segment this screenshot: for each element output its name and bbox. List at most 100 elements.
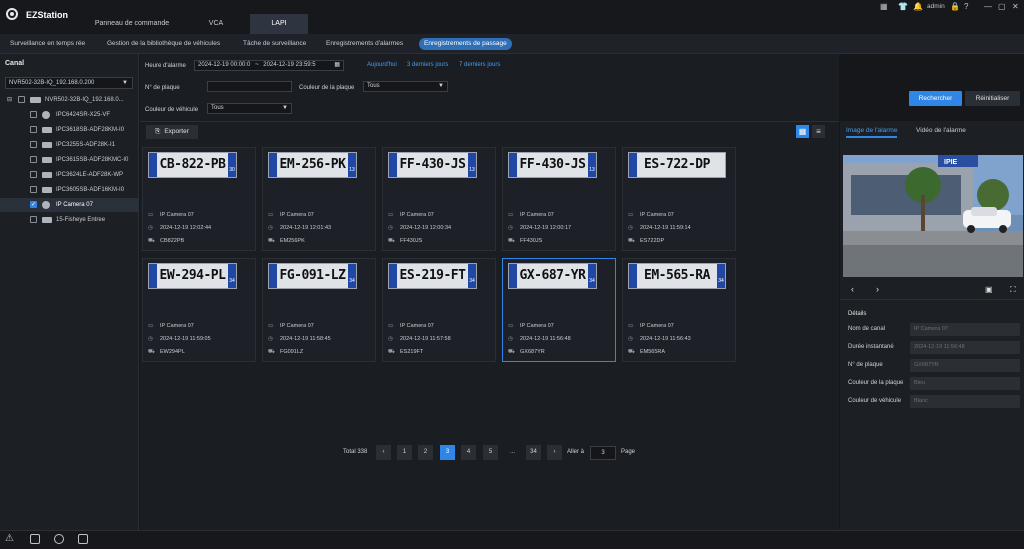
record-camera: ▭ IP Camera 07 (148, 212, 194, 218)
record-camera: ▭ IP Camera 07 (268, 323, 314, 329)
plate-image: EW-294-PL 34 (148, 263, 237, 289)
search-button[interactable]: Rechercher (909, 91, 962, 106)
time-range-input[interactable]: 2024-12-19 00:00:0 ~ 2024-12-19 23:59:5 … (194, 60, 344, 71)
bell-icon[interactable]: 🔔 (913, 2, 923, 11)
car-icon: ⛟ (628, 349, 635, 355)
subtab-passage-records[interactable]: Enregistrements de passage (419, 38, 512, 50)
record-value: IP Camera 07 (280, 323, 314, 329)
lock-icon[interactable]: 🔒 (950, 2, 960, 11)
minimize-icon[interactable]: — (984, 2, 992, 11)
subtab-surveillance-task[interactable]: Tâche de surveillance (238, 38, 311, 50)
record-card[interactable]: FG-091-LZ 34 ▭ IP Camera 07 ◷ 2024-12-19 11:5… (262, 258, 376, 362)
previous-image-icon[interactable]: ‹ (851, 284, 854, 294)
tab-alarm-video[interactable]: Vidéo de l'alarme (916, 124, 966, 138)
record-card[interactable]: EM-256-PK 13 ▭ IP Camera 07 ◷ 2024-12-19 12:0… (262, 147, 376, 251)
help-icon[interactable]: ? (964, 2, 968, 11)
channel-item[interactable]: IP Camera 07 (0, 198, 139, 212)
plate-label: N° de plaque (145, 85, 180, 91)
tab-panneau-de-commande[interactable]: Panneau de commande (84, 14, 180, 34)
nvr-select[interactable]: NVR502-32B-IQ_192.168.0.200 ▼ (5, 77, 133, 89)
record-camera: ▭ IP Camera 07 (628, 212, 674, 218)
channel-item[interactable]: IPC3624LE-ADF28K-WP (0, 168, 139, 182)
channel-checkbox[interactable] (30, 216, 37, 223)
channel-checkbox[interactable] (30, 186, 37, 193)
channel-item[interactable]: IPC3255S-ADF28K-I1 (0, 138, 139, 152)
root-checkbox[interactable] (18, 96, 25, 103)
download-icon[interactable] (54, 534, 64, 544)
channel-checkbox[interactable] (30, 198, 37, 212)
upload-icon[interactable] (30, 534, 40, 544)
fullscreen-icon[interactable]: ⛶ (1010, 285, 1016, 295)
grid-layout-icon[interactable]: ▦ (880, 2, 888, 11)
car-icon: ⛟ (268, 238, 275, 244)
channel-item[interactable]: IPC6424SR-X25-VF (0, 108, 139, 122)
export-button[interactable]: ⎘ Exporter (146, 125, 198, 139)
save-image-icon[interactable]: ▣ (985, 285, 993, 294)
page-button[interactable]: 3 (440, 445, 455, 460)
channel-checkbox[interactable] (30, 111, 37, 118)
record-time: ◷ 2024-12-19 12:01:43 (268, 225, 331, 231)
maximize-icon[interactable]: ▢ (998, 2, 1006, 11)
close-icon[interactable]: ✕ (1012, 2, 1019, 11)
page-button[interactable]: 2 (418, 445, 433, 460)
channel-item[interactable]: IPC3618SB-ADF28KM-I0 (0, 123, 139, 137)
record-card[interactable]: EM-565-RA 34 ▭ IP Camera 07 ◷ 2024-12-19 11:5… (622, 258, 736, 362)
grid-view-icon[interactable]: ▦ (796, 125, 809, 138)
link-7-days[interactable]: 7 derniers jours (459, 62, 500, 68)
page-button[interactable]: 4 (461, 445, 476, 460)
page-button[interactable]: 34 (526, 445, 541, 460)
page-button[interactable]: 1 (397, 445, 412, 460)
channel-item[interactable]: IPC3605SB-ADF16KM-I0 (0, 183, 139, 197)
plate-input[interactable] (207, 81, 292, 92)
link-3-days[interactable]: 3 derniers jours (407, 62, 448, 68)
record-time: ◷ 2024-12-19 11:58:45 (268, 336, 331, 342)
prev-page-icon[interactable]: ‹ (376, 445, 391, 460)
channel-checkbox[interactable] (30, 141, 37, 148)
plate-image: FF-430-JS 13 (388, 152, 477, 178)
plate-image-text: ES-219-FT (399, 268, 466, 283)
warning-icon[interactable]: ⚠ (5, 533, 14, 544)
tree-root-nvr[interactable]: ⊟ NVR502-32B-IQ_192.168.0... (0, 93, 139, 107)
tab-vca[interactable]: VCA (182, 14, 250, 34)
channel-item[interactable]: 15-Fisheye Entree (0, 213, 139, 227)
record-card[interactable]: EW-294-PL 34 ▭ IP Camera 07 ◷ 2024-12-19 11:5… (142, 258, 256, 362)
plate-color-select[interactable]: Tous ▼ (363, 81, 448, 92)
task-list-icon[interactable] (78, 534, 88, 544)
vehicle-color-select[interactable]: Tous ▼ (207, 103, 292, 114)
record-card[interactable]: CB-822-PB 30 ▭ IP Camera 07 ◷ 2024-12-19 12:0… (142, 147, 256, 251)
shirt-icon[interactable]: 👕 (898, 2, 908, 11)
record-card[interactable]: FF-430-JS 13 ▭ IP Camera 07 ◷ 2024-12-19 12:0… (382, 147, 496, 251)
subtab-vehicle-library[interactable]: Gestion de la bibliothèque de véhicules (102, 38, 225, 50)
channel-checkbox[interactable] (30, 126, 37, 133)
record-card[interactable]: ES-722-DP ▭ IP Camera 07 ◷ 2024-12-19 11:59:… (622, 147, 736, 251)
department-band: 34 (717, 264, 725, 288)
goto-page-input[interactable]: 3 (590, 446, 616, 460)
next-image-icon[interactable]: › (876, 284, 879, 294)
tab-lapi[interactable]: LAPI (250, 14, 308, 34)
record-value: EW294PL (160, 349, 185, 355)
record-value: 2024-12-19 12:00:17 (520, 225, 572, 231)
reset-button[interactable]: Réinitialiser (965, 91, 1020, 106)
eu-band (269, 153, 277, 177)
next-page-icon[interactable]: › (547, 445, 562, 460)
record-card[interactable]: ES-219-FT 34 ▭ IP Camera 07 ◷ 2024-12-19 11:5… (382, 258, 496, 362)
channel-item[interactable]: IPC3615SB-ADF28KMC-I0 (0, 153, 139, 167)
page-button[interactable]: 5 (483, 445, 498, 460)
username[interactable]: admin (927, 3, 945, 10)
collapse-icon[interactable]: ⊟ (7, 93, 12, 107)
channel-checkbox[interactable] (30, 156, 37, 163)
record-plate-code: ⛟ GX687YR (508, 349, 545, 356)
goto-label: Aller à (567, 449, 585, 455)
tab-alarm-image[interactable]: Image de l'alarme (846, 124, 898, 138)
record-camera: ▭ IP Camera 07 (388, 323, 434, 329)
nvr-select-value: NVR502-32B-IQ_192.168.0.200 (9, 80, 95, 86)
list-view-icon[interactable]: ≡ (812, 125, 825, 138)
plate-image-text: FG-091-LZ (279, 268, 346, 283)
channel-checkbox[interactable] (30, 171, 37, 178)
record-card[interactable]: GX-687-YR 34 ▭ IP Camera 07 ◷ 2024-12-19 11:5… (502, 258, 616, 362)
calendar-icon[interactable]: ▦ (334, 61, 340, 70)
subtab-alarm-records[interactable]: Enregistrements d'alarmes (321, 38, 408, 50)
subtab-surveillance[interactable]: Surveillance en temps rée (5, 38, 90, 50)
link-today[interactable]: Aujourd'hui (367, 62, 397, 68)
record-card[interactable]: FF-430-JS 13 ▭ IP Camera 07 ◷ 2024-12-19 12:0… (502, 147, 616, 251)
